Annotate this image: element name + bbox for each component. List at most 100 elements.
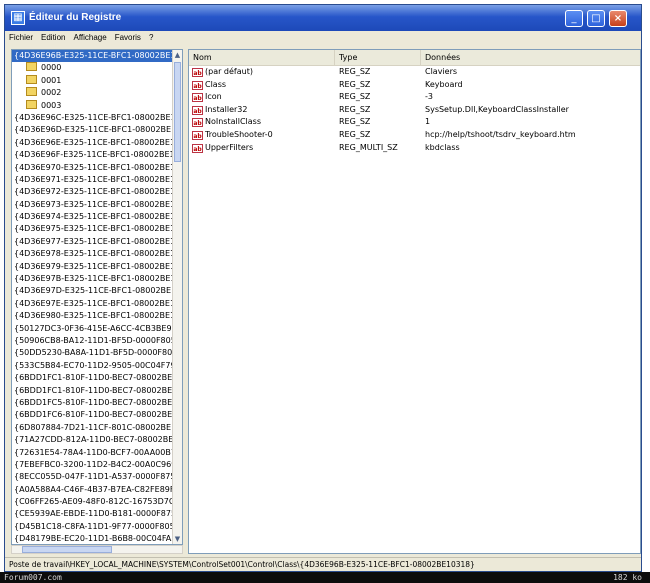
tree-item[interactable]: {6BDD1FC5-810F-11D0-BEC7-08002BE2 — [12, 397, 182, 409]
tree-item[interactable]: {4D36E975-E325-11CE-BFC1-08002BE1 — [12, 223, 182, 235]
tree-item-label: 0001 — [41, 75, 62, 85]
tree-item[interactable]: {50127DC3-0F36-415E-A6CC-4CB3BE91 — [12, 323, 182, 335]
tree-item[interactable]: {4D36E980-E325-11CE-BFC1-08002BE1 — [12, 310, 182, 322]
tree-child-item[interactable]: 0002 — [12, 87, 182, 99]
tree-item[interactable]: {4D36E96E-E325-11CE-BFC1-08002BE1 — [12, 137, 182, 149]
tree-item[interactable]: {50DD5230-BA8A-11D1-BF5D-0000F805 — [12, 347, 182, 359]
file-size: 182 ko — [613, 573, 642, 582]
value-name-cell: ab (par défaut) — [192, 66, 253, 79]
menu-item[interactable]: Affichage — [69, 31, 110, 44]
tree-item-label: {CE5939AE-EBDE-11D0-B181-0000F8753 — [14, 509, 182, 519]
tree-item[interactable]: {4D36E971-E325-11CE-BFC1-08002BE1 — [12, 174, 182, 186]
value-type: REG_SZ — [339, 79, 371, 89]
tree-item[interactable]: {4D36E977-E325-11CE-BFC1-08002BE1 — [12, 236, 182, 248]
tree-item-label: {71A27CDD-812A-11D0-BEC7-08002BE2 — [14, 435, 179, 445]
tree-item[interactable]: {6BDD1FC6-810F-11D0-BEC7-08002BE2 — [12, 409, 182, 421]
tree-item[interactable]: {6BDD1FC1-810F-11D0-BEC7-08002BE2 — [12, 372, 182, 384]
registry-editor-window: ▦ Éditeur du Registre _ □ × Fichier Editi… — [4, 4, 642, 572]
tree-item[interactable]: {6BDD1FC1-810F-11D0-BEC7-08002BE2 — [12, 385, 182, 397]
tree-item[interactable]: {4D36E96F-E325-11CE-BFC1-08002BE1 — [12, 149, 182, 161]
watermark-text: Forum007.com — [4, 573, 62, 582]
tree-item[interactable]: {C06FF265-AE09-48F0-812C-16753D7C — [12, 496, 182, 508]
tree-child-item[interactable]: 0003 — [12, 99, 182, 112]
tree-item[interactable]: {6D807884-7D21-11CF-801C-08002BE1 — [12, 422, 182, 434]
tree-item[interactable]: {4D36E97D-E325-11CE-BFC1-08002BE1 — [12, 285, 182, 297]
tree-item[interactable]: {A0A588A4-C46F-4B37-B7EA-C82FE89F — [12, 484, 182, 496]
value-name-cell: ab Installer32 — [192, 104, 247, 117]
tree-item[interactable]: {8ECC055D-047F-11D1-A537-0000F875 — [12, 471, 182, 483]
tree-item[interactable]: {4D36E96C-E325-11CE-BFC1-08002BE1 — [12, 112, 182, 124]
value-data: SysSetup.Dll,KeyboardClassInstaller — [425, 104, 569, 114]
tree-item[interactable]: {D48179BE-EC20-11D1-B6B8-00C04FA3 — [12, 533, 182, 544]
value-row[interactable]: ab TroubleShooter-0 REG_SZ hcp://help/tshoo… — [189, 129, 640, 142]
tree-child-item[interactable]: 0000 — [12, 62, 182, 74]
tree-item[interactable]: {7EBEFBC0-3200-11D2-B4C2-00A0C969 — [12, 459, 182, 471]
tree-horizontal-scrollbar[interactable] — [11, 545, 183, 554]
menu-item[interactable]: Fichier — [5, 31, 37, 44]
tree-vertical-scrollbar[interactable]: ▲ ▼ — [172, 50, 182, 544]
value-type: REG_SZ — [339, 117, 371, 127]
tree-item-label: {4D36E96E-E325-11CE-BFC1-08002BE1 — [14, 137, 176, 147]
tree-item-label: {6BDD1FC1-810F-11D0-BEC7-08002BE2 — [14, 385, 178, 395]
column-header-name[interactable]: Nom — [189, 50, 335, 65]
tree-item-label: {A0A588A4-C46F-4B37-B7EA-C82FE89F — [14, 484, 175, 494]
value-type: REG_SZ — [339, 129, 371, 139]
tree-item[interactable]: {4D36E97B-E325-11CE-BFC1-08002BE1 — [12, 273, 182, 285]
value-name: TroubleShooter-0 — [205, 129, 273, 139]
horizontal-scroll-thumb[interactable] — [22, 546, 112, 553]
tree-item-label: {4D36E974-E325-11CE-BFC1-08002BE1 — [14, 212, 176, 222]
column-header-data[interactable]: Données — [421, 50, 640, 65]
footer-bar: Forum007.com 182 ko — [0, 572, 650, 583]
tree-item[interactable]: {4D36E970-E325-11CE-BFC1-08002BE1 — [12, 162, 182, 174]
value-row[interactable]: ab Installer32 REG_SZ SysSetup.Dll,Keyboard… — [189, 104, 640, 117]
tree-item[interactable]: {4D36E97E-E325-11CE-BFC1-08002BE1 — [12, 298, 182, 310]
value-type: REG_MULTI_SZ — [339, 142, 398, 152]
tree-item[interactable]: {533C5B84-EC70-11D2-9505-00C04F79 — [12, 360, 182, 372]
value-type: REG_SZ — [339, 104, 371, 114]
tree-item[interactable]: {72631E54-78A4-11D0-BCF7-00AA00B7 — [12, 447, 182, 459]
tree-item[interactable]: {4D36E979-E325-11CE-BFC1-08002BE1 — [12, 261, 182, 273]
value-name-cell: ab Class — [192, 79, 226, 92]
status-bar: Poste de travail\HKEY_LOCAL_MACHINE\SYST… — [5, 557, 641, 571]
tree-item-label: {4D36E97B-E325-11CE-BFC1-08002BE1 — [14, 274, 176, 284]
menu-item[interactable]: ? — [145, 31, 157, 44]
scroll-down-arrow-icon[interactable]: ▼ — [173, 534, 182, 544]
tree-item[interactable]: {4D36E972-E325-11CE-BFC1-08002BE1 — [12, 186, 182, 198]
value-data: kbdclass — [425, 142, 460, 152]
tree-item[interactable]: {4D36E96B-E325-11CE-BFC1-08002BE1 — [12, 50, 182, 63]
tree-item[interactable]: {D45B1C18-C8FA-11D1-9F77-0000F805 — [12, 521, 182, 533]
tree-item[interactable]: {4D36E978-E325-11CE-BFC1-08002BE1 — [12, 248, 182, 260]
scroll-up-arrow-icon[interactable]: ▲ — [173, 50, 182, 60]
tree-item-label: {4D36E97D-E325-11CE-BFC1-08002BE1 — [14, 286, 177, 296]
value-name: Installer32 — [205, 104, 248, 114]
tree-item[interactable]: {CE5939AE-EBDE-11D0-B181-0000F8753 — [12, 508, 182, 520]
value-row[interactable]: ab UpperFilters REG_MULTI_SZ kbdclass — [189, 142, 640, 155]
tree-item[interactable]: {4D36E973-E325-11CE-BFC1-08002BE1 — [12, 199, 182, 211]
value-row[interactable]: ab Class REG_SZ Keyboard — [189, 79, 640, 92]
menu-item[interactable]: Edition — [37, 31, 69, 44]
tree-item[interactable]: {4D36E974-E325-11CE-BFC1-08002BE1 — [12, 211, 182, 223]
value-row[interactable]: ab Icon REG_SZ -3 — [189, 91, 640, 104]
value-name-cell: ab UpperFilters — [192, 142, 253, 155]
value-type: REG_SZ — [339, 67, 371, 76]
close-button[interactable]: × — [609, 10, 627, 27]
scroll-thumb[interactable] — [174, 62, 181, 162]
tree-item-label: {4D36E971-E325-11CE-BFC1-08002BE1 — [14, 174, 176, 184]
tree-item[interactable]: {50906CB8-BA12-11D1-BF5D-0000F805 — [12, 335, 182, 347]
minimize-button[interactable]: _ — [565, 10, 583, 27]
tree-item-label: {533C5B84-EC70-11D2-9505-00C04F79 — [14, 360, 176, 370]
value-row[interactable]: ab (par défaut) REG_SZ Claviers — [189, 66, 640, 79]
value-row[interactable]: ab NoInstallClass REG_SZ 1 — [189, 116, 640, 129]
maximize-button[interactable]: □ — [587, 10, 605, 27]
tree-item[interactable]: {71A27CDD-812A-11D0-BEC7-08002BE2 — [12, 434, 182, 446]
title-bar[interactable]: ▦ Éditeur du Registre _ □ × — [5, 5, 641, 31]
tree-item-label: {4D36E973-E325-11CE-BFC1-08002BE1 — [14, 199, 176, 209]
value-data: Keyboard — [425, 79, 463, 89]
tree-child-item[interactable]: 0001 — [12, 74, 182, 87]
column-header-type[interactable]: Type — [335, 50, 421, 65]
tree-item-label: {D45B1C18-C8FA-11D1-9F77-0000F805 — [14, 521, 175, 531]
folder-icon — [26, 62, 37, 72]
tree-item-label: {4D36E96F-E325-11CE-BFC1-08002BE1 — [14, 150, 175, 160]
tree-item[interactable]: {4D36E96D-E325-11CE-BFC1-08002BE1 — [12, 124, 182, 136]
menu-item[interactable]: Favoris — [111, 31, 145, 44]
